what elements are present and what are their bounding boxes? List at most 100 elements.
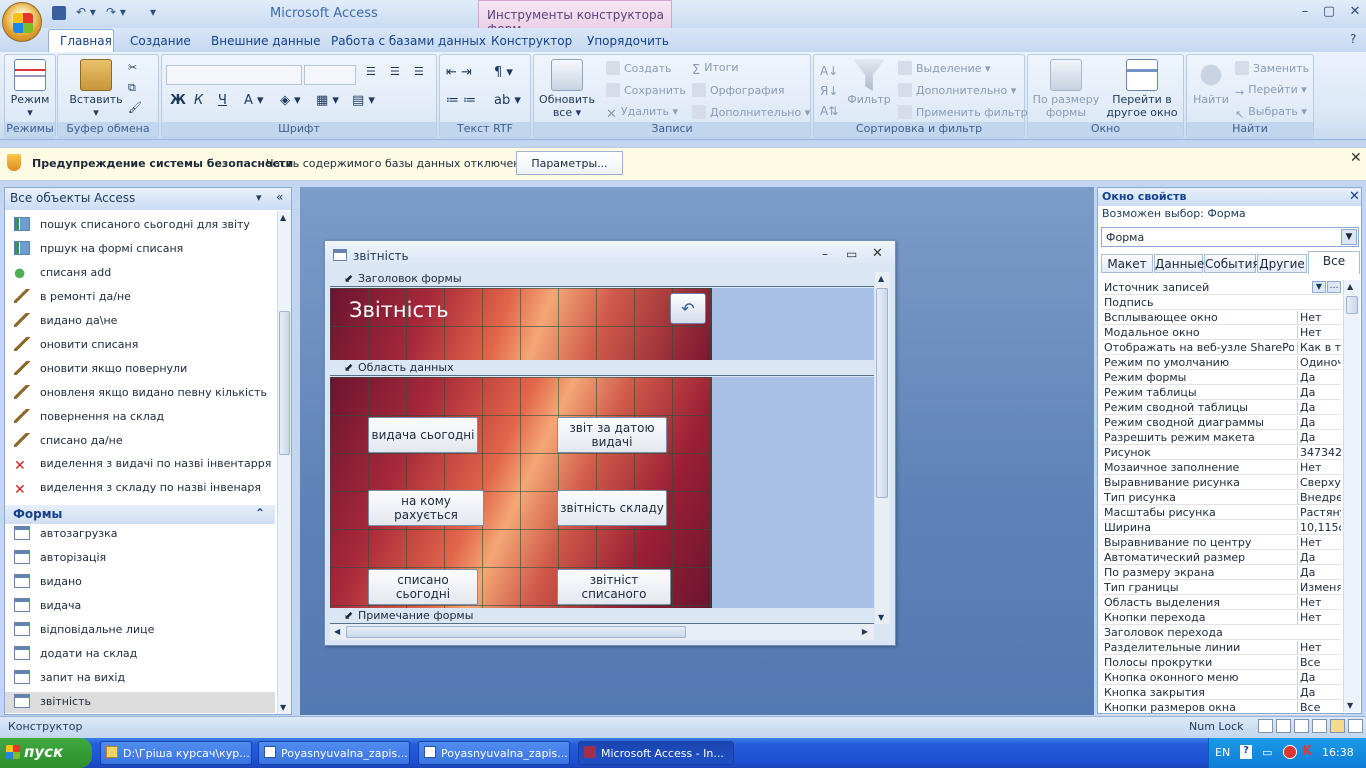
property-value[interactable]: Нет xyxy=(1297,596,1341,609)
property-scroll-thumb[interactable] xyxy=(1346,296,1358,314)
taskbar-item-word-2[interactable]: Poyasnyuvalna_zapis... xyxy=(418,741,570,765)
nav-item-query[interactable]: в ремонті да/не xyxy=(14,289,276,311)
form-horizontal-scrollbar[interactable]: ◀ ▶ xyxy=(330,624,874,640)
nav-item-query[interactable]: пршук на формі списаня xyxy=(14,241,276,263)
property-row[interactable]: Тип границы Изменяе xyxy=(1102,580,1341,595)
font-size-combo[interactable] xyxy=(304,65,356,85)
layout-view-icon[interactable] xyxy=(1312,719,1327,733)
property-row[interactable]: Разделительные линии Нет xyxy=(1102,640,1341,655)
scroll-up-icon[interactable]: ▲ xyxy=(280,213,286,222)
more-records-button[interactable]: Дополнительно ▾ xyxy=(692,105,810,119)
property-value[interactable]: Да xyxy=(1297,551,1341,564)
property-value[interactable]: Как в та xyxy=(1297,341,1341,354)
nav-scrollbar[interactable]: ▲ ▼ xyxy=(277,211,291,714)
scroll-up-icon[interactable]: ▲ xyxy=(878,274,884,283)
detail-band[interactable]: ⬋ Область данных xyxy=(330,361,874,376)
nav-item-query[interactable]: пошук списаного сьогодні для звіту xyxy=(14,217,276,239)
written-off-report-button[interactable]: звітніст списаного xyxy=(557,569,671,605)
warehouse-report-button[interactable]: звітність складу xyxy=(557,490,667,526)
bold-icon[interactable]: Ж xyxy=(170,93,186,108)
property-value[interactable]: Растянут xyxy=(1297,506,1341,519)
tab-other[interactable]: Другие xyxy=(1257,254,1307,273)
refresh-all-button[interactable]: Обновить все ▾ xyxy=(536,59,598,119)
property-row[interactable]: Источник записей xyxy=(1102,280,1341,295)
issued-today-button[interactable]: видача сьогодні xyxy=(368,417,478,453)
replace-button[interactable]: Заменить xyxy=(1235,61,1309,75)
tab-data[interactable]: Данные xyxy=(1154,254,1204,273)
property-row[interactable]: Подпись xyxy=(1102,295,1341,310)
property-value[interactable]: Одиноч xyxy=(1297,356,1341,369)
redo-icon[interactable]: ↷ ▾ xyxy=(106,5,126,23)
property-value[interactable]: Нет xyxy=(1297,611,1341,624)
property-value[interactable]: Все xyxy=(1297,656,1341,669)
property-row[interactable]: Выравнивание по центру Нет xyxy=(1102,535,1341,550)
property-row[interactable]: Область выделения Нет xyxy=(1102,595,1341,610)
taskbar-item-folder[interactable]: D:\Гріша курсач\кур... xyxy=(100,741,252,765)
scroll-down-icon[interactable]: ▼ xyxy=(878,613,884,622)
indent-icon[interactable]: ⇤ ⇥ xyxy=(446,65,472,80)
property-value[interactable]: Внедрен xyxy=(1297,491,1341,504)
restore-icon[interactable]: ▢ xyxy=(1316,4,1342,22)
form-vertical-scrollbar[interactable]: ▲ ▼ xyxy=(875,272,890,624)
close-icon[interactable]: ✕ xyxy=(1342,4,1366,22)
security-options-button[interactable]: Параметры... xyxy=(516,151,623,175)
property-value[interactable]: 347342- xyxy=(1297,446,1341,459)
property-value[interactable]: Нет xyxy=(1297,641,1341,654)
tab-database-tools[interactable]: Работа с базами данных xyxy=(331,32,486,52)
paragraph-icon[interactable]: ¶ ▾ xyxy=(494,65,513,80)
property-value[interactable]: Нет xyxy=(1297,326,1341,339)
property-row[interactable]: Выравнивание рисунка Сверху с xyxy=(1102,475,1341,490)
help-icon[interactable]: ? xyxy=(1350,32,1356,46)
nav-item-query[interactable]: списаня add xyxy=(14,265,276,287)
taskbar-item-word-1[interactable]: Poyasnyuvalna_zapis... xyxy=(258,741,410,765)
nav-item-query[interactable]: оновити якщо повернули xyxy=(14,361,276,383)
builder-icon[interactable]: … xyxy=(1327,281,1341,293)
italic-icon[interactable]: К xyxy=(194,93,203,108)
nav-menu-icon[interactable]: ▾ xyxy=(256,191,262,204)
property-row[interactable]: Масштабы рисунка Растянут xyxy=(1102,505,1341,520)
undo-arrow-button[interactable]: ↶ xyxy=(670,293,706,324)
totals-button[interactable]: Σ Итоги xyxy=(692,61,739,78)
property-value[interactable]: Да xyxy=(1297,431,1341,444)
property-value[interactable]: Да xyxy=(1297,671,1341,684)
assigned-to-button[interactable]: на кому рахується xyxy=(368,490,484,526)
selection-button[interactable]: Выделение ▾ xyxy=(898,61,991,75)
align-left-icon[interactable]: ☰ xyxy=(366,65,376,78)
gridlines-icon[interactable]: ▦ ▾ xyxy=(316,93,339,108)
property-row[interactable]: Кнопки размеров окна Все xyxy=(1102,700,1341,715)
tab-home[interactable]: Главная xyxy=(48,29,114,52)
report-by-issue-date-button[interactable]: звіт за датою видачі xyxy=(557,417,667,453)
fill-color-icon[interactable]: ◈ ▾ xyxy=(280,93,301,108)
new-record-button[interactable]: Создать xyxy=(606,61,672,75)
close-icon[interactable]: ✕ xyxy=(872,246,883,261)
help-icon[interactable]: ? xyxy=(1240,745,1252,759)
sql-view-icon[interactable] xyxy=(1348,719,1363,733)
object-selector-combo[interactable]: Форма ▼ xyxy=(1101,227,1359,247)
save-record-button[interactable]: Сохранить xyxy=(606,83,686,97)
property-row[interactable]: Отображать на веб-узле SharePoint Как в т… xyxy=(1102,340,1341,355)
property-value[interactable]: Все xyxy=(1297,701,1341,714)
advanced-filter-button[interactable]: Дополнительно ▾ xyxy=(898,83,1016,97)
property-value[interactable]: Да xyxy=(1297,566,1341,579)
paste-button[interactable]: Вставить ▾ xyxy=(64,59,128,119)
font-color-icon[interactable]: A ▾ xyxy=(244,93,264,108)
minimize-icon[interactable]: – xyxy=(822,247,828,261)
property-row[interactable]: Тип рисунка Внедрен xyxy=(1102,490,1341,505)
nav-item-form[interactable]: додати на склад xyxy=(14,646,276,668)
find-button[interactable]: Найти xyxy=(1189,59,1233,106)
nav-item-query[interactable]: видано да\не xyxy=(14,313,276,335)
property-scrollbar[interactable]: ▲ ▼ xyxy=(1343,280,1360,712)
network-icon[interactable]: ▭ xyxy=(1262,746,1272,759)
tab-all[interactable]: Все xyxy=(1308,251,1360,274)
property-value[interactable]: Да xyxy=(1297,386,1341,399)
nav-item-form[interactable]: авторізація xyxy=(14,550,276,572)
maximize-icon[interactable]: ▭ xyxy=(846,247,857,261)
select-button[interactable]: ↖ Выбрать ▾ xyxy=(1235,105,1307,122)
nav-item-query[interactable]: ✕ виделення з складу по назві інвенаря xyxy=(14,481,276,503)
close-icon[interactable]: ✕ xyxy=(1350,150,1362,166)
scroll-right-icon[interactable]: ▶ xyxy=(862,627,868,636)
nav-item-query[interactable]: оновити списаня xyxy=(14,337,276,359)
taskbar-item-access[interactable]: Microsoft Access - In... xyxy=(578,741,734,765)
property-row[interactable]: Режим сводной таблицы Да xyxy=(1102,400,1341,415)
scroll-down-icon[interactable]: ▼ xyxy=(1347,701,1353,710)
